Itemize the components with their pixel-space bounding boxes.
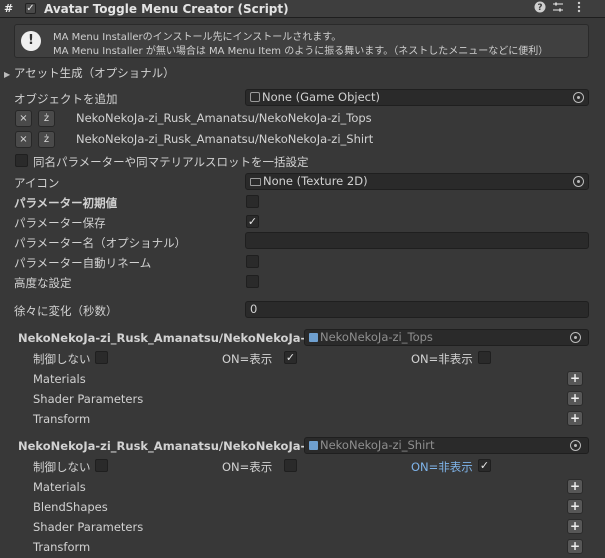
bulk-setting-checkbox[interactable] xyxy=(15,154,28,167)
materials-row-label[interactable]: Materials xyxy=(33,480,86,494)
on-hide-label: ON=非表示 xyxy=(411,460,473,474)
foldout-arrow-icon: ▶ xyxy=(4,70,11,79)
svg-text:?: ? xyxy=(537,3,542,13)
add-blendshapes-button[interactable]: + xyxy=(567,499,583,514)
info-helpbox: ! MA Menu Installerのインストール先にインストールされます。 … xyxy=(14,24,589,58)
on-hide-label: ON=非表示 xyxy=(411,352,473,366)
on-show-label: ON=表示 xyxy=(222,460,273,474)
object-picker-icon[interactable] xyxy=(573,92,584,103)
param-initial-checkbox[interactable] xyxy=(246,195,259,208)
asset-foldout[interactable]: ▶ アセット生成（オプショナル） xyxy=(4,65,175,81)
add-transform-button[interactable]: + xyxy=(567,539,583,554)
no-control-label: 制御しない xyxy=(33,352,91,366)
component-title: Avatar Toggle Menu Creator (Script) xyxy=(44,2,289,16)
param-save-checkbox[interactable]: ✓ xyxy=(246,215,259,228)
script-icon: # xyxy=(4,2,14,15)
mesh-renderer-icon xyxy=(309,333,318,342)
target-picker-icon[interactable] xyxy=(570,332,581,343)
target-object-field[interactable]: NekoNekoJa-zi_Shirt xyxy=(304,437,589,454)
object-path: NekoNekoJa-zi_Rusk_Amanatsu/NekoNekoJa-z… xyxy=(76,132,374,146)
game-object-icon xyxy=(250,92,260,102)
info-icon: ! xyxy=(21,31,41,51)
icon-field[interactable]: None (Texture 2D) xyxy=(245,173,589,190)
kebab-menu-icon[interactable] xyxy=(572,1,586,17)
no-control-label: 制御しない xyxy=(33,460,91,474)
remove-object-button[interactable]: × xyxy=(15,131,32,148)
bulk-setting-label: 同名パラメーターや同マテリアルスロットを一括設定 xyxy=(33,155,309,169)
icon-value: None (Texture 2D) xyxy=(263,174,368,188)
on-show-label: ON=表示 xyxy=(222,352,273,366)
add-shader-parameters-button[interactable]: + xyxy=(567,519,583,534)
param-auto-rename-checkbox[interactable] xyxy=(246,255,259,268)
on-hide-checkbox[interactable] xyxy=(478,351,491,364)
param-initial-label: パラメーター初期値 xyxy=(14,196,118,210)
texture-picker-icon[interactable] xyxy=(573,176,584,187)
param-save-label: パラメーター保存 xyxy=(14,216,106,230)
advanced-settings-label: 高度な設定 xyxy=(14,276,72,290)
no-control-checkbox[interactable] xyxy=(95,459,108,472)
param-name-label: パラメーター名（オプショナル） xyxy=(14,236,187,250)
target-object-value: NekoNekoJa-zi_Shirt xyxy=(320,438,435,452)
blendshapes-row-label[interactable]: BlendShapes xyxy=(33,500,108,514)
transform-row-label[interactable]: Transform xyxy=(33,540,90,554)
component-enabled-checkbox[interactable]: ✓ xyxy=(25,3,36,14)
help-icon[interactable]: ? xyxy=(533,1,547,17)
on-show-checkbox[interactable] xyxy=(284,459,297,472)
asset-foldout-label: アセット生成（オプショナル） xyxy=(13,66,175,80)
materials-row-label[interactable]: Materials xyxy=(33,372,86,386)
object-path: NekoNekoJa-zi_Rusk_Amanatsu/NekoNekoJa-z… xyxy=(76,111,372,125)
no-control-checkbox[interactable] xyxy=(95,351,108,364)
add-materials-button[interactable]: + xyxy=(567,479,583,494)
target-object-field[interactable]: NekoNekoJa-zi_Tops xyxy=(304,329,589,346)
help-line-1: MA Menu Installerのインストール先にインストールされます。 xyxy=(53,32,342,43)
param-auto-rename-label: パラメーター自動リネーム xyxy=(14,256,152,270)
icon-label: アイコン xyxy=(14,176,60,190)
texture-icon xyxy=(250,178,261,186)
remove-object-button[interactable]: × xyxy=(15,110,32,127)
target-section-title: NekoNekoJa-zi_Rusk_Amanatsu/NekoNekoJa-z xyxy=(18,439,312,453)
target-section-title: NekoNekoJa-zi_Rusk_Amanatsu/NekoNekoJa-z xyxy=(18,331,312,345)
settings-sliders-icon[interactable] xyxy=(551,1,565,17)
mesh-renderer-icon xyxy=(309,441,318,450)
transition-label: 徐々に変化（秒数） xyxy=(14,304,118,318)
param-name-input[interactable] xyxy=(245,232,589,249)
advanced-settings-checkbox[interactable] xyxy=(246,275,259,288)
shader-parameters-row-label[interactable]: Shader Parameters xyxy=(33,520,143,534)
add-materials-button[interactable]: + xyxy=(567,371,583,386)
edit-object-button[interactable]: ż xyxy=(38,131,55,148)
edit-object-button[interactable]: ż xyxy=(38,110,55,127)
add-object-field[interactable]: None (Game Object) xyxy=(245,89,589,106)
component-header[interactable]: # ✓ Avatar Toggle Menu Creator (Script) … xyxy=(0,0,605,18)
help-line-2: MA Menu Installer が無い場合は MA Menu Item のよ… xyxy=(53,46,549,57)
target-object-value: NekoNekoJa-zi_Tops xyxy=(320,330,433,344)
on-hide-checkbox[interactable]: ✓ xyxy=(478,459,491,472)
target-picker-icon[interactable] xyxy=(570,440,581,451)
add-transform-button[interactable]: + xyxy=(567,411,583,426)
on-show-checkbox[interactable]: ✓ xyxy=(284,351,297,364)
add-object-value: None (Game Object) xyxy=(262,90,380,104)
transition-seconds-input[interactable]: 0 xyxy=(245,301,589,318)
add-object-label: オブジェクトを追加 xyxy=(14,92,118,106)
shader-parameters-row-label[interactable]: Shader Parameters xyxy=(33,392,143,406)
transform-row-label[interactable]: Transform xyxy=(33,412,90,426)
add-shader-parameters-button[interactable]: + xyxy=(567,391,583,406)
